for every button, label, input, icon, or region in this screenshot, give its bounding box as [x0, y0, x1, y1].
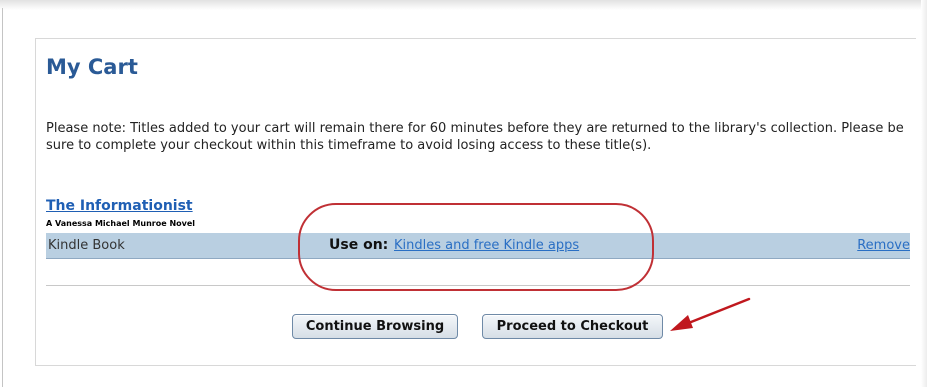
divider: [46, 285, 910, 286]
proceed-to-checkout-button[interactable]: Proceed to Checkout: [482, 314, 663, 339]
use-on-label: Use on:: [329, 237, 389, 253]
frame-top-shadow: [0, 0, 927, 10]
item-title-link[interactable]: The Informationist: [46, 198, 193, 214]
item-format: Kindle Book: [48, 238, 125, 253]
remove-link[interactable]: Remove: [857, 238, 910, 253]
page-title: My Cart: [46, 55, 138, 79]
continue-browsing-button[interactable]: Continue Browsing: [292, 314, 458, 339]
item-subtitle: A Vanessa Michael Munroe Novel: [46, 219, 196, 228]
frame-right-shadow: [921, 0, 927, 387]
cart-item-row: Kindle Book Use on: Kindles and free Kin…: [46, 233, 910, 259]
frame-left-edge: [2, 8, 3, 387]
screenshot-stage: My Cart Please note: Titles added to you…: [0, 0, 927, 387]
cart-note: Please note: Titles added to your cart w…: [46, 121, 904, 153]
device-link[interactable]: Kindles and free Kindle apps: [394, 238, 579, 253]
